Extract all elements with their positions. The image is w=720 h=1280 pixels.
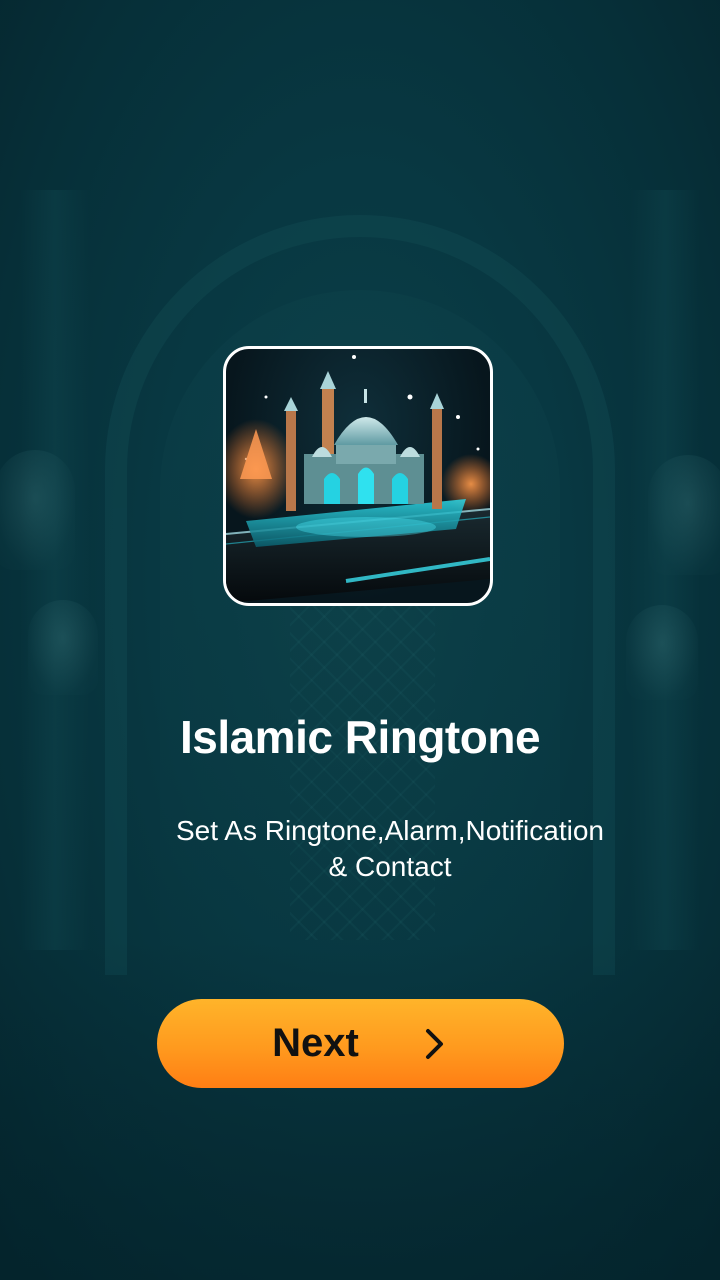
background-floor-shade [0, 940, 720, 1280]
mosque-app-icon [223, 346, 493, 606]
page-subtitle: Set As Ringtone,Alarm,Notification & Con… [130, 813, 650, 885]
page-title: Islamic Ringtone [179, 711, 541, 763]
background-lattice [290, 600, 435, 940]
background-pillar-left [20, 190, 90, 950]
subtitle-line-1: Set As Ringtone,Alarm,Notification [176, 815, 604, 846]
next-button[interactable]: Next [157, 999, 564, 1088]
chevron-right-icon [419, 1024, 449, 1064]
subtitle-line-2: & Contact [328, 851, 452, 882]
background-lantern-left-small [28, 600, 98, 695]
background-lantern-right [648, 455, 720, 575]
next-button-label: Next [272, 1021, 359, 1065]
background-lantern-right-small [626, 605, 698, 700]
background-lantern-left [0, 450, 75, 570]
